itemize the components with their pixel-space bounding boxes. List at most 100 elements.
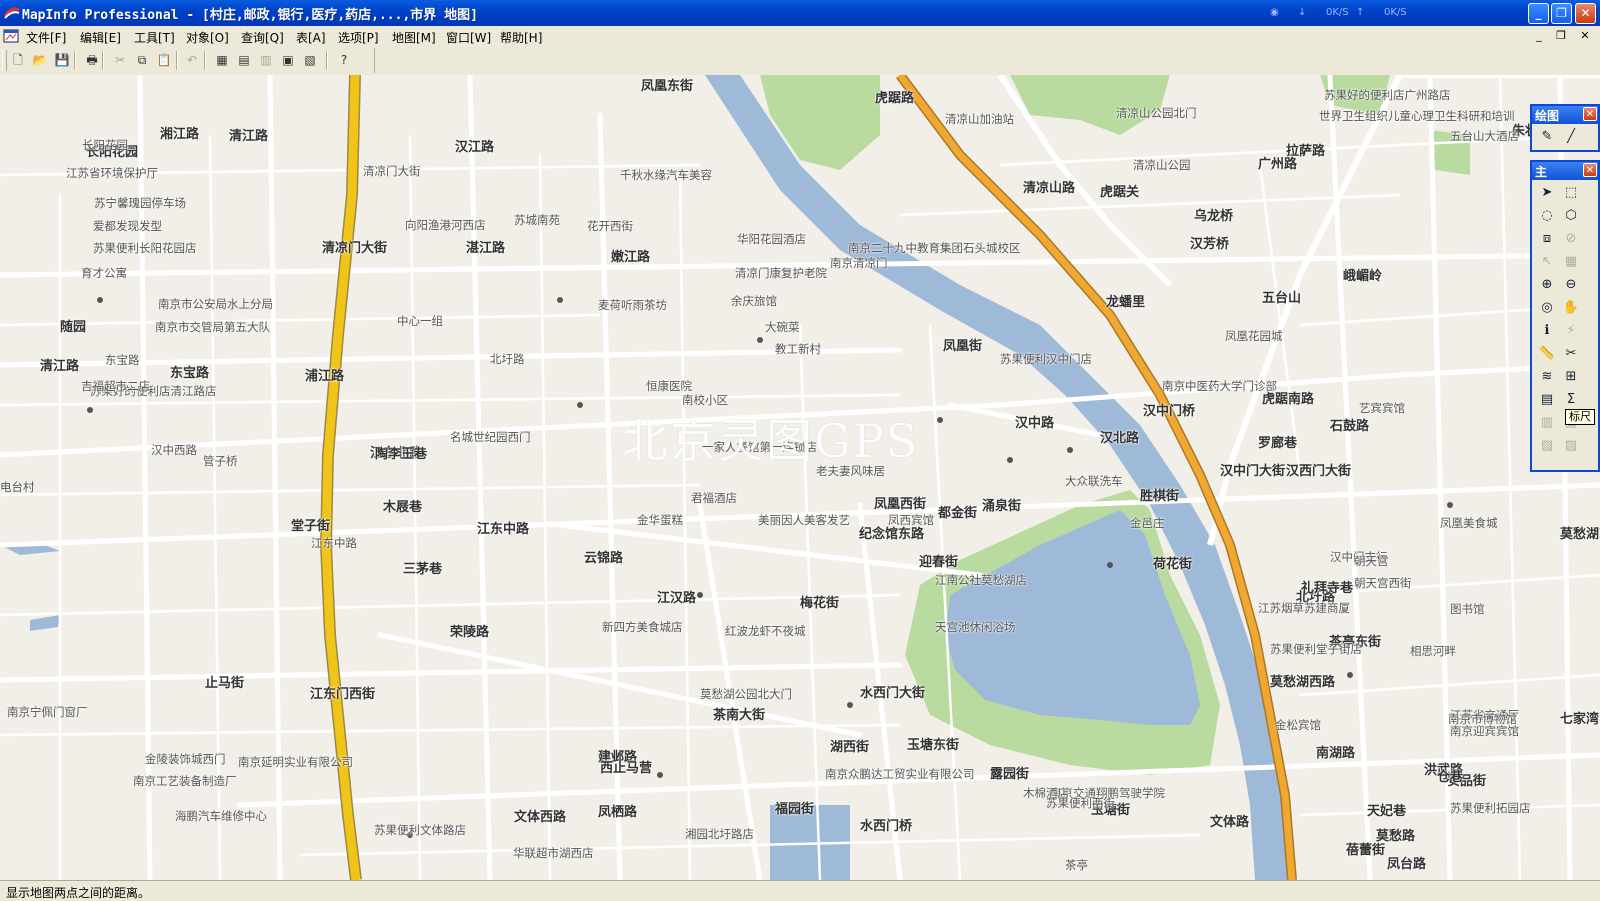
- hotlink-tool-icon[interactable]: ⚡: [1560, 320, 1582, 342]
- road-label: 江汉路: [657, 591, 697, 606]
- main-palette-title[interactable]: 主 ✕: [1532, 162, 1598, 180]
- main-palette-close-button[interactable]: ✕: [1583, 163, 1597, 177]
- poi-label: 南京众鹏达工贸实业有限公司: [825, 767, 975, 781]
- boundary-select-icon[interactable]: ⧈: [1536, 228, 1558, 250]
- menu-options[interactable]: 选项[P]: [338, 29, 379, 46]
- polygon-select-icon[interactable]: ⬡: [1560, 205, 1582, 227]
- poi-label: 教工新村: [775, 342, 821, 356]
- sum-icon[interactable]: Σ: [1560, 389, 1582, 411]
- main-palette[interactable]: 主 ✕ ➤ ⬚ ◌ ⬡ ⧈ ⊘ ↖ ▦ ⊕ ⊖ ◎ ✋ ℹ ⚡ 📏 ✂ ≋ ⊞ …: [1530, 160, 1600, 472]
- standard-toolbar: 🗋 📂 💾 🖶 ✂ ⧉ 📋 ↶ ▦ ▤ ▥ ▣ ▧?: [0, 47, 1600, 76]
- map-window[interactable]: 凤凰东街 湘江路 清江路 汉江路 虎踞路 拉萨路 广州路 清凉山路 虎踞关 乌龙桥 长阳花园 清凉门大…: [0, 75, 1600, 880]
- statistics-icon[interactable]: ▤: [1536, 389, 1558, 411]
- redistrict-button[interactable]: ▧: [300, 50, 320, 70]
- poi-label: 清凉山公园: [1133, 158, 1191, 172]
- reshape-icon[interactable]: ▨: [1560, 435, 1582, 457]
- menu-help[interactable]: 帮助[H]: [500, 29, 542, 46]
- unselect-all-icon[interactable]: ⊘: [1560, 228, 1582, 250]
- grabber-hand-icon[interactable]: ✋: [1560, 297, 1582, 319]
- poi-label: 江苏烟草苏建商厦: [1258, 601, 1350, 615]
- poi-label: 南京市公安局水上分局: [158, 297, 273, 311]
- layer-control-icon[interactable]: ≋: [1536, 366, 1558, 388]
- help-icon: ?: [340, 53, 348, 67]
- poi-label: 南京中医药大学门诊部: [1162, 379, 1277, 393]
- ruler-tool-icon[interactable]: 📏: [1536, 343, 1558, 365]
- poi-label: 东宝路: [105, 353, 140, 367]
- print-icon: 🖶: [86, 53, 98, 67]
- road-label: 清凉山路: [1023, 181, 1076, 196]
- new-grapher-button[interactable]: ▥: [256, 50, 276, 70]
- menu-query[interactable]: 查询[Q]: [241, 29, 284, 46]
- poi-label: 江南公社莫愁湖店: [935, 573, 1027, 587]
- road-label: 水西门大街: [860, 686, 926, 701]
- info-tool-icon[interactable]: ℹ: [1536, 320, 1558, 342]
- invert-select-icon[interactable]: ▦: [1560, 251, 1582, 273]
- new-browser-icon: ▦: [216, 53, 228, 67]
- close-button[interactable]: ✕: [1575, 3, 1596, 24]
- road-label: 凤栖路: [598, 805, 638, 820]
- status-text: 显示地图两点之间的距离。: [6, 886, 151, 900]
- graph-select-icon[interactable]: ↖: [1536, 251, 1558, 273]
- help-button[interactable]: ?: [334, 50, 354, 70]
- poi-label: 千秋水缘汽车美容: [620, 168, 712, 182]
- poi-label: 苏果便利长阳花园店: [93, 241, 197, 255]
- title-bar[interactable]: MapInfo Professional - [村庄,邮政,银行,医疗,药店,.…: [0, 0, 1600, 26]
- new-icon: 🗋: [13, 53, 23, 67]
- new-mapper-button[interactable]: ▤: [234, 50, 254, 70]
- menu-window[interactable]: 窗口[W]: [446, 29, 491, 46]
- road-label: 嫩江路: [611, 250, 651, 265]
- save-button[interactable]: 💾: [52, 50, 72, 70]
- poi-label: 清凉门康复护老院: [735, 266, 827, 280]
- drawing-palette-close-button[interactable]: ✕: [1583, 107, 1597, 121]
- menu-edit[interactable]: 编辑[E]: [80, 29, 121, 46]
- new-layout-button[interactable]: ▣: [278, 50, 298, 70]
- drag-map-icon[interactable]: ⊞: [1560, 366, 1582, 388]
- road-label: 汉中门大街: [1220, 464, 1286, 479]
- poi-label: 新四方美食城店: [602, 620, 683, 634]
- menu-map[interactable]: 地图[M]: [392, 29, 436, 46]
- line-tool-icon[interactable]: ╱: [1560, 126, 1582, 148]
- new-browser-button[interactable]: ▦: [212, 50, 232, 70]
- open-button[interactable]: 📂: [30, 50, 50, 70]
- zoom-out-icon[interactable]: ⊖: [1560, 274, 1582, 296]
- restore-button[interactable]: ❐: [1551, 3, 1572, 24]
- change-view-icon[interactable]: ◎: [1536, 297, 1558, 319]
- road-label: 文体西路: [514, 810, 567, 825]
- poi-label: 长阳花园: [82, 138, 128, 152]
- mdi-minimize-button[interactable]: _: [1532, 29, 1546, 42]
- mdi-close-button[interactable]: ✕: [1578, 29, 1592, 42]
- road-label: 龙蟠里: [1106, 295, 1146, 310]
- cut-button[interactable]: ✂: [110, 50, 130, 70]
- select-arrow-icon[interactable]: ➤: [1536, 182, 1558, 204]
- symbol-tool-icon[interactable]: ✎: [1536, 126, 1558, 148]
- poi-label: 苏果便利汉中门店: [1000, 352, 1092, 366]
- paste-button[interactable]: 📋: [154, 50, 174, 70]
- road-label: 汉芳桥: [1190, 237, 1230, 252]
- poi-label: 苏果便利堂子街店: [1270, 642, 1362, 656]
- map-window-icon[interactable]: [3, 28, 19, 44]
- road-label: 汉西门大街: [1286, 464, 1352, 479]
- drawing-palette-title[interactable]: 绘图 ✕: [1532, 106, 1598, 124]
- marquee-select-icon[interactable]: ⬚: [1560, 182, 1582, 204]
- menu-objects[interactable]: 对象[O]: [186, 29, 229, 46]
- label-tool-icon[interactable]: ✂: [1560, 343, 1582, 365]
- minimize-button[interactable]: _: [1528, 3, 1549, 24]
- drawing-palette[interactable]: 绘图 ✕ ✎ ╱: [1530, 104, 1600, 152]
- legend-icon[interactable]: ▥: [1536, 412, 1558, 434]
- menu-table[interactable]: 表[A]: [296, 29, 326, 46]
- new-button[interactable]: 🗋: [8, 50, 28, 70]
- undo-button[interactable]: ↶: [182, 50, 202, 70]
- copy-button[interactable]: ⧉: [132, 50, 152, 70]
- menu-file[interactable]: 文件[F]: [26, 29, 66, 46]
- zoom-in-icon[interactable]: ⊕: [1536, 274, 1558, 296]
- road-label: 湖西街: [830, 740, 870, 755]
- print-button[interactable]: 🖶: [82, 50, 102, 70]
- mdi-restore-button[interactable]: ❐: [1554, 29, 1568, 42]
- radius-select-icon[interactable]: ◌: [1536, 205, 1558, 227]
- road-label: 止马街: [205, 676, 245, 691]
- toolbar-grip[interactable]: [2, 50, 7, 71]
- set-target-icon[interactable]: ▧: [1536, 435, 1558, 457]
- menu-tools[interactable]: 工具[T]: [134, 29, 175, 46]
- poi-label: 金邑庄: [1130, 516, 1165, 530]
- poi-label: 凤西宾馆: [888, 513, 934, 527]
